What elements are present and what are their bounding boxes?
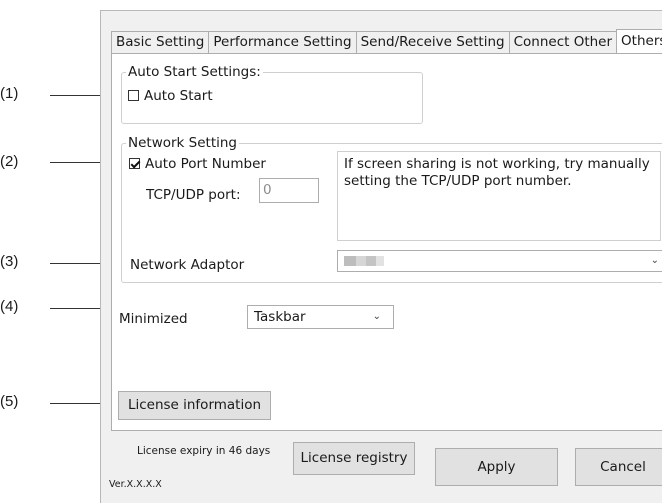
port-hint-text: If screen sharing is not working, try ma… bbox=[337, 151, 661, 241]
minimized-value: Taskbar bbox=[254, 309, 306, 325]
tab-basic-setting[interactable]: Basic Setting bbox=[111, 31, 210, 53]
auto-start-group: Auto Start Settings: Auto Start bbox=[121, 64, 423, 124]
tab-connect-other[interactable]: Connect Other bbox=[508, 31, 618, 53]
redacted-value bbox=[344, 256, 384, 266]
port-label: TCP/UDP port: bbox=[146, 187, 241, 203]
callout-4: (4) bbox=[0, 298, 19, 315]
auto-port-label: Auto Port Number bbox=[145, 156, 266, 172]
auto-start-checkbox[interactable]: Auto Start bbox=[128, 88, 213, 104]
cancel-button[interactable]: Cancel bbox=[575, 448, 662, 486]
network-setting-group: Network Setting Auto Port Number TCP/UDP… bbox=[121, 135, 662, 283]
callout-3: (3) bbox=[0, 253, 19, 270]
checkbox-unchecked-icon[interactable] bbox=[128, 90, 139, 101]
callout-1: (1) bbox=[0, 85, 19, 102]
minimized-select[interactable]: Taskbar ⌄ bbox=[247, 305, 394, 329]
license-information-button[interactable]: License information bbox=[118, 391, 271, 420]
chevron-down-icon: ⌄ bbox=[650, 255, 659, 266]
chevron-down-icon: ⌄ bbox=[372, 311, 381, 322]
callout-5: (5) bbox=[0, 393, 19, 410]
tab-send-receive-setting[interactable]: Send/Receive Setting bbox=[355, 31, 510, 53]
port-input[interactable]: 0 bbox=[259, 178, 319, 203]
checkmark-icon[interactable] bbox=[129, 158, 140, 169]
callout-2: (2) bbox=[0, 153, 19, 170]
others-panel: Auto Start Settings: Auto Start Network … bbox=[111, 53, 662, 431]
settings-window: Basic Setting Performance Setting Send/R… bbox=[100, 10, 662, 503]
minimized-label: Minimized bbox=[119, 311, 188, 327]
tab-bar: Basic Setting Performance Setting Send/R… bbox=[111, 29, 662, 53]
license-registry-button[interactable]: License registry bbox=[293, 442, 415, 475]
license-expiry-text: License expiry in 46 days bbox=[137, 445, 271, 457]
auto-port-checkbox[interactable]: Auto Port Number bbox=[129, 156, 266, 172]
tab-performance-setting[interactable]: Performance Setting bbox=[208, 31, 357, 53]
network-adaptor-label: Network Adaptor bbox=[130, 257, 245, 273]
apply-button[interactable]: Apply bbox=[435, 448, 558, 486]
network-setting-group-title: Network Setting bbox=[126, 135, 239, 151]
auto-start-group-title: Auto Start Settings: bbox=[126, 64, 263, 80]
auto-start-label: Auto Start bbox=[144, 88, 213, 104]
version-text: Ver.X.X.X.X bbox=[109, 479, 162, 490]
network-adaptor-select[interactable]: ⌄ bbox=[337, 250, 662, 272]
tab-others[interactable]: Others bbox=[616, 29, 662, 53]
